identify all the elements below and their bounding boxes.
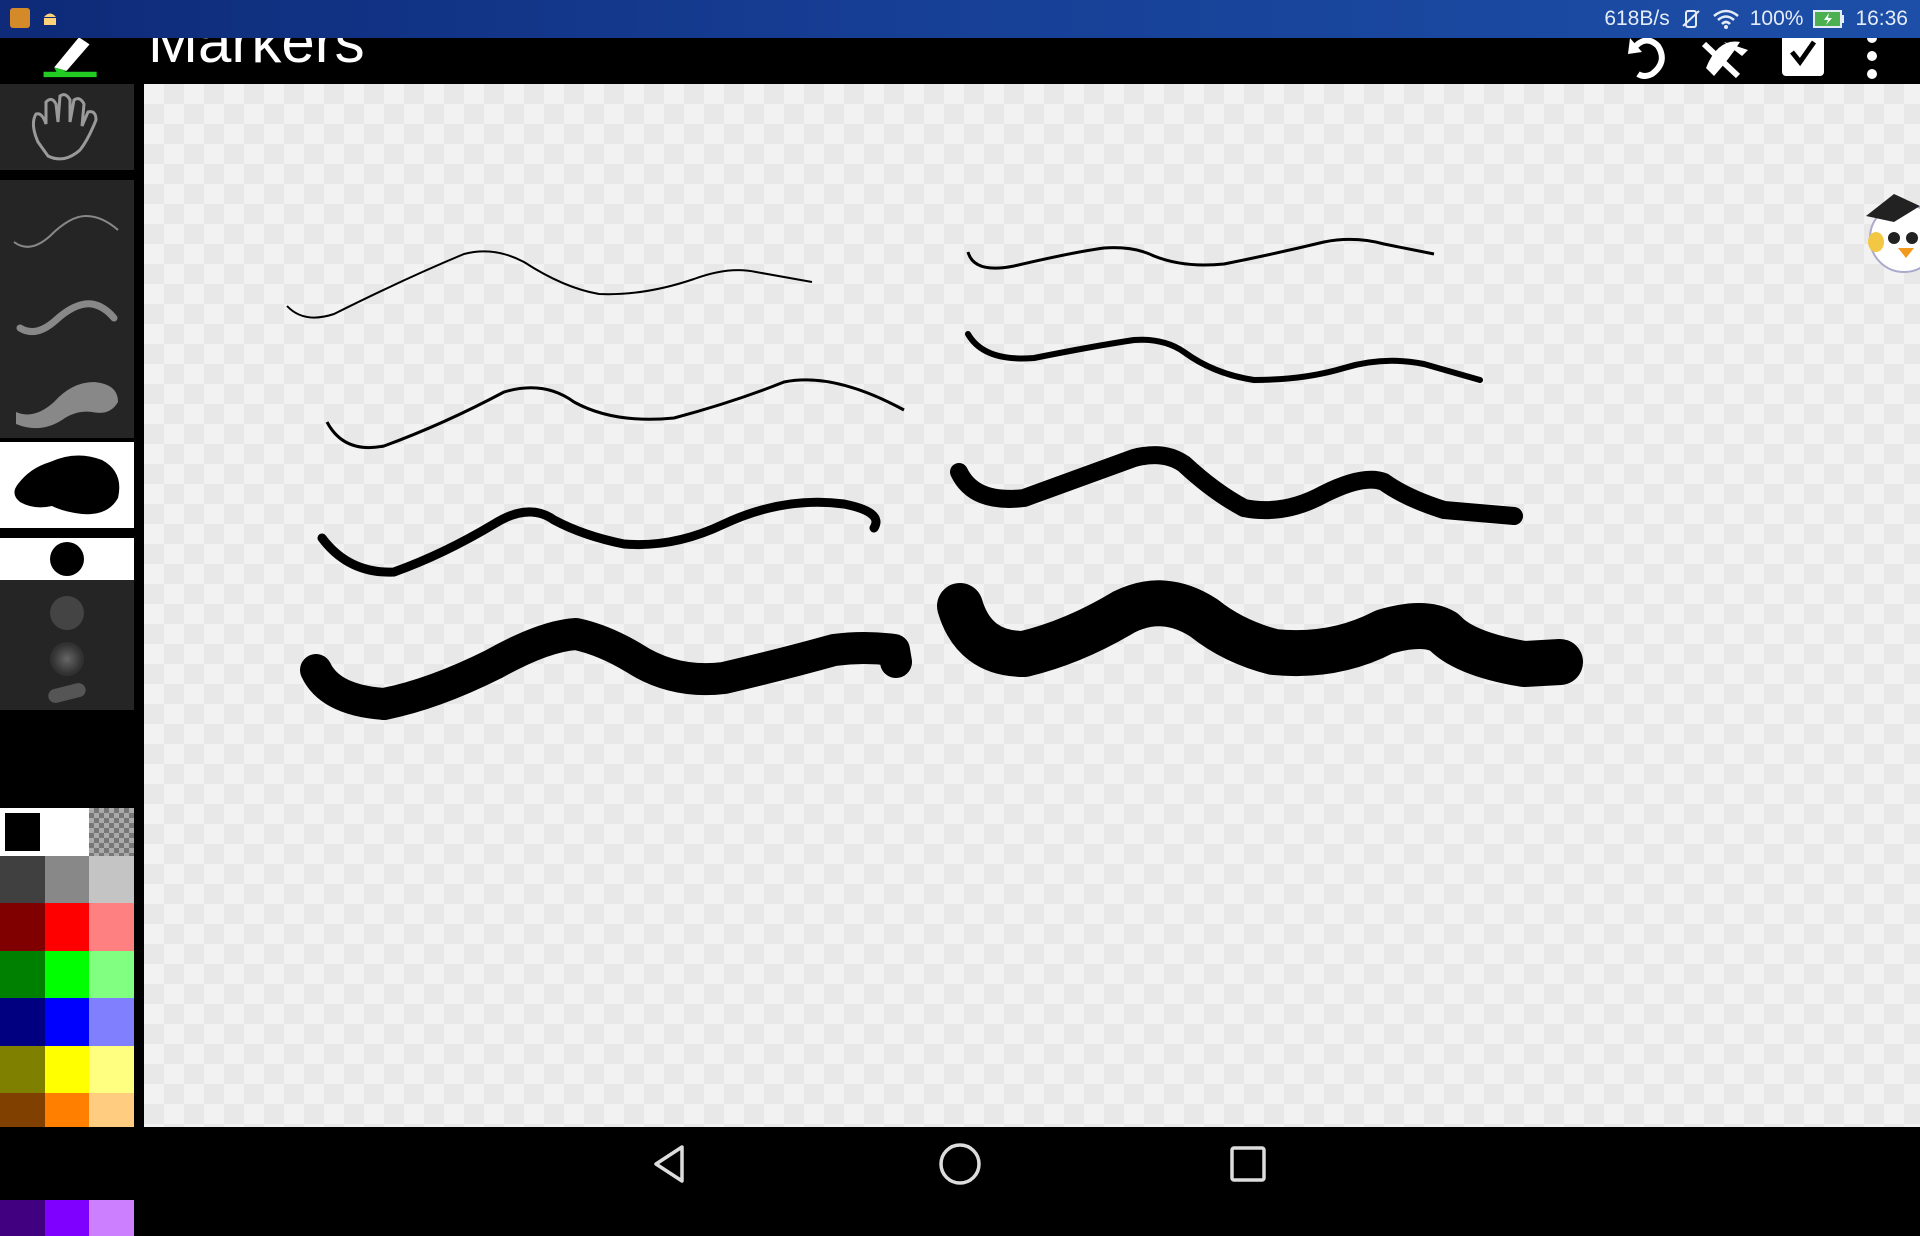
undo-icon[interactable] — [1616, 38, 1676, 84]
thick-stroke-icon — [16, 382, 118, 429]
home-icon[interactable] — [930, 1137, 990, 1191]
system-navigation-bar — [0, 1127, 1920, 1200]
drawing-canvas[interactable] — [144, 84, 1920, 1127]
wifi-icon — [1712, 9, 1739, 29]
stroke-1 — [286, 250, 813, 319]
color-swatch[interactable] — [89, 950, 134, 998]
stroke-5 — [966, 237, 1435, 270]
recents-icon[interactable] — [1218, 1137, 1278, 1191]
brush-size-large[interactable] — [0, 538, 134, 580]
clock: 16:36 — [1855, 7, 1908, 30]
android-robot-icon — [44, 13, 56, 25]
stroke-6 — [965, 331, 1483, 384]
blob-stroke-icon — [14, 455, 120, 515]
thin-stroke-icon — [13, 214, 119, 248]
stroke-7 — [950, 446, 1523, 525]
battery-icon — [1813, 10, 1845, 28]
color-swatch[interactable] — [45, 998, 89, 1046]
color-swatch[interactable] — [0, 998, 45, 1046]
color-swatch[interactable] — [0, 950, 45, 998]
selected-color-indicator — [5, 813, 40, 851]
color-swatch[interactable] — [0, 903, 45, 951]
mascot-helper-icon[interactable] — [1854, 176, 1920, 286]
color-swatch[interactable] — [89, 808, 134, 856]
color-swatch[interactable] — [0, 1045, 45, 1093]
back-icon[interactable] — [642, 1137, 702, 1191]
color-swatch[interactable] — [45, 808, 89, 856]
color-swatch[interactable] — [89, 1045, 134, 1093]
tool-sidebar — [0, 84, 134, 1236]
brush-thick-line[interactable] — [0, 352, 134, 438]
hand-icon — [31, 93, 98, 161]
network-speed: 618B/s — [1604, 7, 1670, 30]
color-swatch[interactable] — [45, 950, 89, 998]
brush-medium-line[interactable] — [0, 266, 134, 352]
brush-size-flat[interactable] — [46, 681, 88, 705]
color-swatch[interactable] — [89, 903, 134, 951]
stroke-3 — [317, 497, 881, 577]
battery-percent: 100% — [1749, 7, 1804, 30]
brush-size-medium[interactable] — [50, 596, 84, 630]
brush-size-list — [0, 580, 134, 710]
stroke-2 — [325, 378, 905, 450]
notification-app-icon — [10, 8, 30, 28]
color-swatch[interactable] — [0, 855, 45, 903]
save-icon[interactable] — [1772, 38, 1832, 84]
brush-thin-line[interactable] — [0, 180, 134, 266]
status-bar: 618B/s 100% 16:36 — [0, 0, 1920, 38]
brush-size-soft[interactable] — [50, 642, 84, 676]
color-swatch[interactable] — [89, 855, 134, 903]
color-swatch[interactable] — [45, 1045, 89, 1093]
app-bar: Markers — [0, 38, 1920, 84]
pan-tool[interactable] — [0, 84, 134, 170]
color-swatch[interactable] — [89, 998, 134, 1046]
app-title: Markers — [148, 38, 365, 75]
color-swatch[interactable] — [0, 808, 45, 856]
clear-canvas-icon[interactable] — [1694, 38, 1754, 84]
stroke-8 — [937, 580, 1583, 687]
color-swatch[interactable] — [45, 855, 89, 903]
stroke-4 — [300, 618, 912, 720]
color-swatch[interactable] — [45, 903, 89, 951]
canvas-strokes — [286, 237, 1583, 720]
overflow-menu-icon[interactable] — [1850, 38, 1894, 84]
medium-stroke-icon — [16, 300, 118, 336]
stroke-group — [286, 237, 1583, 720]
brush-size-selector — [0, 538, 134, 810]
app-logo-icon — [43, 38, 97, 78]
brush-blob-selected[interactable] — [0, 442, 134, 528]
vibrate-icon — [1682, 10, 1700, 28]
